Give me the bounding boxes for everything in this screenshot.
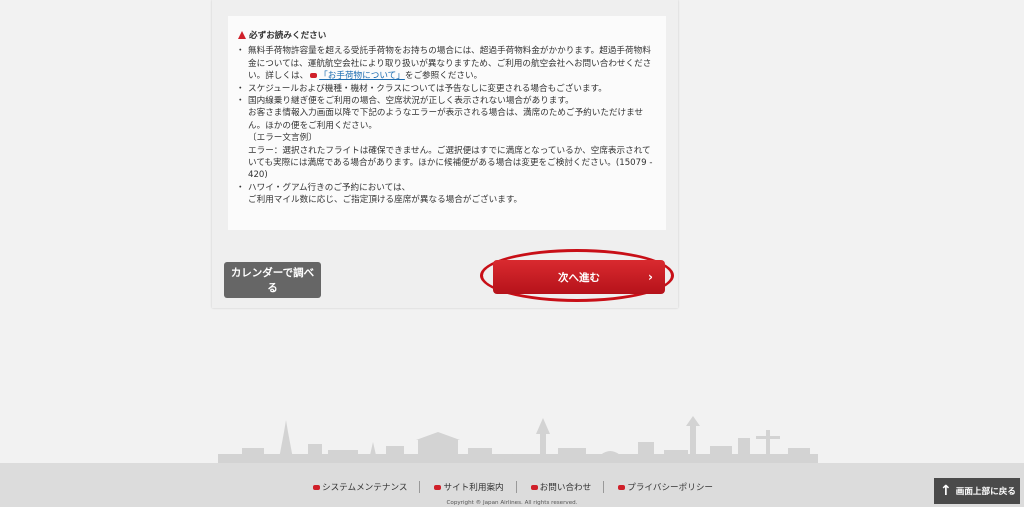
notice-item-hawaii-guam: ハワイ・グアム行きのご予約においては、 — [236, 182, 656, 195]
link-arrow-icon — [434, 484, 442, 490]
back-to-top-button[interactable]: ↑ 画面上部に戻る — [934, 478, 1020, 504]
copyright-text: Copyright ® Japan Airlines. All rights r… — [446, 500, 578, 506]
link-arrow-icon — [310, 73, 318, 79]
next-button[interactable]: 次へ進む › — [493, 260, 665, 294]
notice-item-baggage: 無料手荷物許容量を超える受託手荷物をお持ちの場合には、超過手荷物料金がかかります… — [236, 45, 656, 82]
warning-icon — [238, 31, 246, 40]
notice-box: 必ずお読みください 無料手荷物許容量を超える受託手荷物をお持ちの場合には、超過手… — [228, 16, 666, 230]
notice-item-text: 国内線乗り継ぎ便をご利用の場合、空席状況が正しく表示されない場合があります。 — [248, 96, 574, 107]
footer-link-privacy-policy[interactable]: プライバシーポリシー — [604, 481, 725, 493]
footer-link-label: プライバシーポリシー — [627, 483, 714, 493]
footer-link-label: システムメンテナンス — [321, 483, 408, 493]
next-button-label: 次へ進む — [558, 271, 600, 284]
footer-link-label: お問い合わせ — [539, 483, 592, 493]
footer-link-site-guide[interactable]: サイト利用案内 — [420, 481, 515, 493]
link-arrow-icon — [618, 484, 626, 490]
footer-link-system-maintenance[interactable]: システムメンテナンス — [299, 481, 420, 493]
notice-sub-text: エラー：選択されたフライトは確保できません。ご選択便はすでに満席となっているか、… — [248, 145, 653, 181]
notice-title: 必ずお読みください — [238, 30, 656, 42]
link-arrow-icon — [312, 484, 320, 490]
footer-link-contact[interactable]: お問い合わせ — [517, 481, 604, 493]
notice-sub-text: 〔エラー文言例〕 — [248, 133, 317, 144]
notice-item-schedule: スケジュールおよび機種・機材・クラスについては予告なしに変更される場合もございま… — [236, 83, 656, 96]
link-arrow-icon — [530, 484, 538, 490]
footer: システムメンテナンス サイト利用案内 お問い合わせ プライバシーポリシー Cop… — [0, 463, 1024, 507]
notice-item-text: ハワイ・グアム行きのご予約においては、 — [248, 182, 411, 193]
notice-title-text: 必ずお読みください — [249, 31, 327, 41]
footer-link-label: サイト利用案内 — [443, 483, 504, 493]
back-to-top-label: 画面上部に戻る — [955, 487, 1016, 497]
footer-links: システムメンテナンス サイト利用案内 お問い合わせ プライバシーポリシー — [0, 481, 1024, 493]
calendar-search-button[interactable]: カレンダーで調べる — [224, 262, 321, 298]
notice-item-text: をご参照ください。 — [404, 71, 483, 82]
arrow-up-icon: ↑ — [940, 483, 952, 499]
notice-sub-text: ご利用マイル数に応じ、ご指定頂ける座席が異なる場合がございます。 — [248, 195, 523, 206]
notice-sub-text: お客さま情報入力画面以降で下記のようなエラーが表示される場合は、満席のためご予約… — [248, 108, 644, 131]
city-skyline-illustration — [218, 416, 818, 464]
notice-item-domestic-connection: 国内線乗り継ぎ便をご利用の場合、空席状況が正しく表示されない場合があります。 — [236, 95, 656, 108]
content-card: 必ずお読みください 無料手荷物許容量を超える受託手荷物をお持ちの場合には、超過手… — [212, 0, 678, 308]
chevron-right-icon: › — [648, 270, 653, 284]
next-button-wrapper: 次へ進む › — [480, 249, 678, 304]
baggage-info-link[interactable]: 「お手荷物について」 — [319, 71, 405, 81]
notice-item-text: スケジュールおよび機種・機材・クラスについては予告なしに変更される場合もございま… — [248, 83, 607, 94]
